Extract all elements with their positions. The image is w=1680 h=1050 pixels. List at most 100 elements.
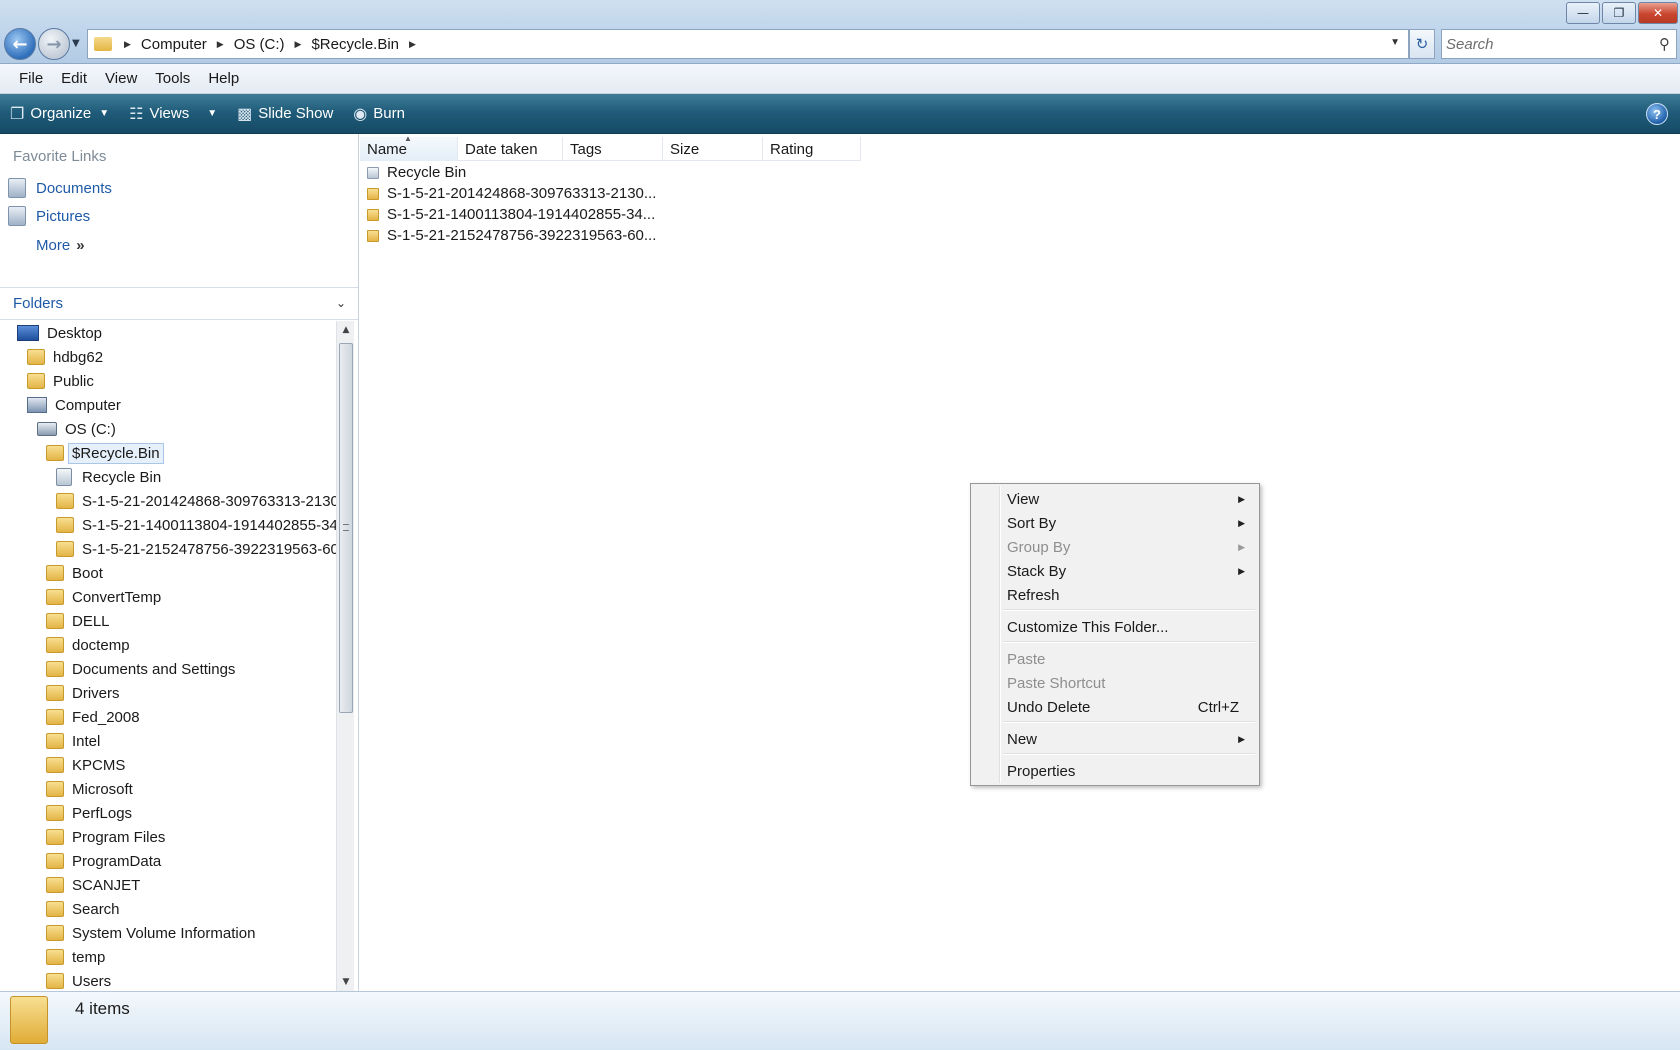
- tree-item[interactable]: Computer: [27, 393, 121, 417]
- arrow-right-icon: →: [46, 33, 62, 55]
- folder-tree-scrollbar[interactable]: ▲ ▼: [336, 321, 354, 991]
- tree-item[interactable]: Desktop: [17, 321, 102, 345]
- context-menu-item-properties[interactable]: Properties: [1007, 759, 1249, 783]
- tree-item[interactable]: Search: [46, 897, 120, 921]
- favorite-more-link[interactable]: More »: [36, 237, 85, 254]
- favorite-pictures[interactable]: Pictures: [8, 206, 90, 226]
- file-list-item[interactable]: S-1-5-21-2152478756-3922319563-60...: [367, 225, 656, 246]
- tree-item[interactable]: OS (C:): [37, 417, 116, 441]
- chevron-down-icon[interactable]: ⌄: [336, 296, 346, 310]
- column-tags-label: Tags: [570, 140, 602, 158]
- forward-button[interactable]: →: [38, 28, 70, 60]
- scroll-thumb[interactable]: [339, 343, 353, 713]
- tree-item[interactable]: hdbg62: [27, 345, 103, 369]
- tree-item[interactable]: Public: [27, 369, 94, 393]
- tree-item[interactable]: Intel: [46, 729, 100, 753]
- tree-item[interactable]: Recycle Bin: [56, 465, 161, 489]
- tree-item[interactable]: temp: [46, 945, 105, 969]
- tree-item-label: KPCMS: [72, 756, 126, 774]
- menu-separator: [1003, 753, 1255, 755]
- tree-item[interactable]: DELL: [46, 609, 110, 633]
- folder-icon: [46, 829, 64, 845]
- menu-view[interactable]: View: [96, 70, 146, 87]
- close-button[interactable]: ✕: [1638, 2, 1678, 24]
- tree-item[interactable]: PerfLogs: [46, 801, 132, 825]
- menu-help[interactable]: Help: [199, 70, 248, 87]
- tree-item[interactable]: S-1-5-21-201424868-309763313-2130: [56, 489, 336, 513]
- tree-item[interactable]: S-1-5-21-2152478756-3922319563-60: [56, 537, 336, 561]
- address-dropdown-icon[interactable]: ▼: [1390, 37, 1400, 48]
- column-tags[interactable]: Tags: [563, 137, 663, 161]
- file-list-item[interactable]: Recycle Bin: [367, 162, 656, 183]
- context-menu-item-group-by: Group By ▶: [1007, 535, 1249, 559]
- help-button[interactable]: ?: [1646, 103, 1668, 125]
- breadcrumb-computer[interactable]: Computer: [135, 36, 213, 53]
- tree-item[interactable]: S-1-5-21-1400113804-1914402855-34: [56, 513, 336, 537]
- context-menu-item-new[interactable]: New ▶: [1007, 727, 1249, 751]
- refresh-button[interactable]: ↻: [1409, 29, 1435, 59]
- chevron-right-icon[interactable]: ▶: [213, 39, 228, 50]
- tree-item[interactable]: Drivers: [46, 681, 120, 705]
- back-button[interactable]: ←: [4, 28, 36, 60]
- tree-item[interactable]: Fed_2008: [46, 705, 140, 729]
- context-menu-item-view[interactable]: View ▶: [1007, 487, 1249, 511]
- burn-button[interactable]: ◉ Burn: [343, 94, 415, 133]
- tree-item[interactable]: Program Files: [46, 825, 165, 849]
- menu-separator: [1003, 641, 1255, 643]
- disc-icon: ◉: [353, 105, 368, 123]
- context-menu-item-refresh[interactable]: Refresh: [1007, 583, 1249, 607]
- column-rating[interactable]: Rating: [763, 137, 861, 161]
- folders-header[interactable]: Folders ⌄: [0, 287, 358, 320]
- context-menu-item-undo-delete[interactable]: Undo Delete Ctrl+Z: [1007, 695, 1249, 719]
- tree-item[interactable]: $Recycle.Bin: [46, 441, 164, 465]
- favorite-documents[interactable]: Documents: [8, 178, 112, 198]
- tree-item[interactable]: KPCMS: [46, 753, 125, 777]
- slideshow-button[interactable]: ▩ Slide Show: [227, 94, 343, 133]
- context-menu-item-sort-by[interactable]: Sort By ▶: [1007, 511, 1249, 535]
- breadcrumb-recycle-bin[interactable]: $Recycle.Bin: [305, 36, 405, 53]
- context-menu-item-customize-this-folder[interactable]: Customize This Folder...: [1007, 615, 1249, 639]
- tree-item-label: System Volume Information: [72, 924, 256, 942]
- views-button[interactable]: ☷ Views ▼: [119, 94, 227, 133]
- favorite-documents-label: Documents: [36, 179, 112, 197]
- column-size[interactable]: Size: [663, 137, 763, 161]
- tree-item[interactable]: Microsoft: [46, 777, 133, 801]
- tree-item[interactable]: ConvertTemp: [46, 585, 161, 609]
- file-list-item[interactable]: S-1-5-21-1400113804-1914402855-34...: [367, 204, 656, 225]
- tree-item[interactable]: SCANJET: [46, 873, 140, 897]
- recent-pages-dropdown[interactable]: ▼: [72, 38, 80, 49]
- menu-file[interactable]: File: [10, 70, 52, 87]
- tree-item[interactable]: Users: [46, 969, 111, 991]
- documents-icon: [8, 178, 26, 198]
- organize-button[interactable]: ❐ Organize ▼: [0, 94, 119, 133]
- minimize-button[interactable]: —: [1566, 2, 1600, 24]
- address-bar[interactable]: ▶ Computer ▶ OS (C:) ▶ $Recycle.Bin ▶ ▼: [87, 29, 1409, 59]
- maximize-button[interactable]: ❐: [1602, 2, 1636, 24]
- menu-tools[interactable]: Tools: [146, 70, 199, 87]
- tree-item[interactable]: System Volume Information: [46, 921, 255, 945]
- breadcrumb-os-c[interactable]: OS (C:): [228, 36, 291, 53]
- search-icon[interactable]: ⚲: [1659, 35, 1670, 53]
- chevron-right-icon[interactable]: ▶: [405, 39, 420, 50]
- scroll-up-icon[interactable]: ▲: [337, 321, 355, 339]
- context-menu-item-stack-by[interactable]: Stack By ▶: [1007, 559, 1249, 583]
- tree-item[interactable]: Boot: [46, 561, 103, 585]
- folder-icon: [46, 637, 64, 653]
- folder-icon: [46, 853, 64, 869]
- menu-edit[interactable]: Edit: [52, 70, 96, 87]
- tree-item[interactable]: Documents and Settings: [46, 657, 235, 681]
- file-list-item[interactable]: S-1-5-21-201424868-309763313-2130...: [367, 183, 656, 204]
- search-box: ⚲: [1441, 29, 1677, 59]
- favorite-pictures-label: Pictures: [36, 207, 91, 225]
- column-date-taken[interactable]: Date taken: [458, 137, 563, 161]
- tree-item-label: Computer: [55, 396, 121, 414]
- folder-icon: [56, 541, 74, 557]
- tree-item-label: Intel: [72, 732, 101, 750]
- chevron-right-icon[interactable]: ▶: [120, 39, 135, 50]
- chevron-right-icon[interactable]: ▶: [291, 39, 306, 50]
- search-input[interactable]: [1442, 31, 1642, 57]
- column-name[interactable]: ▲ Name: [360, 134, 458, 161]
- tree-item[interactable]: ProgramData: [46, 849, 161, 873]
- scroll-down-icon[interactable]: ▼: [337, 973, 355, 991]
- tree-item[interactable]: doctemp: [46, 633, 130, 657]
